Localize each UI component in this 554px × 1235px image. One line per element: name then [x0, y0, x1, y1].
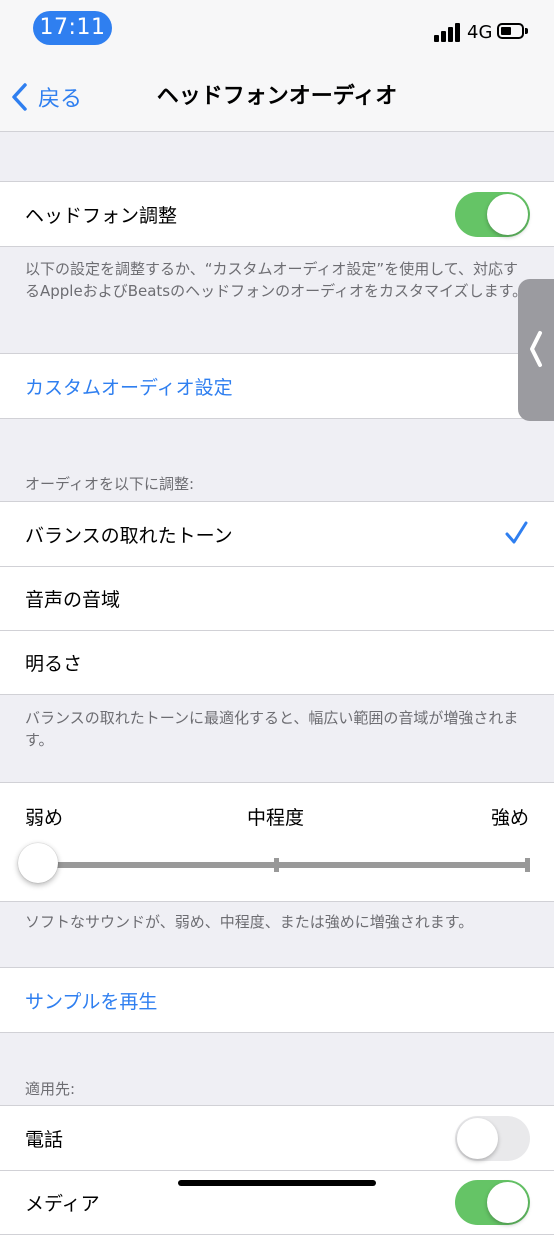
signal-strength-icon [434, 22, 462, 42]
headphone-adjust-row: ヘッドフォン調整 [0, 182, 554, 246]
apply-to-phone-row: 電話 [0, 1106, 554, 1170]
apply-to-phone-toggle[interactable] [455, 1116, 530, 1161]
navigation-bar: 戻る ヘッドフォンオーディオ [0, 60, 554, 132]
battery-tip [525, 28, 528, 34]
checkmark-icon [505, 521, 528, 544]
tune-option-balanced[interactable]: バランスの取れたトーン [0, 502, 554, 566]
strength-footer: ソフトなサウンドが、弱め、中程度、または強めに増強されます。 [25, 913, 474, 931]
tune-option-vocal-range[interactable]: 音声の音域 [0, 566, 554, 630]
network-type: 4G [467, 22, 493, 43]
status-bar: 17:11 4G [0, 0, 554, 60]
apply-to-media-toggle[interactable] [455, 1180, 530, 1225]
tune-option-label: バランスの取れたトーン [25, 524, 233, 547]
tune-header: オーディオを以下に調整: [25, 475, 195, 493]
page-title: ヘッドフォンオーディオ [156, 84, 398, 109]
slider-tick-middle [274, 858, 279, 872]
play-sample-button[interactable]: サンプルを再生 [0, 968, 554, 1032]
chevron-left-icon [530, 331, 542, 367]
strength-label-moderate: 中程度 [247, 807, 305, 829]
tune-option-label: 明るさ [25, 652, 83, 675]
play-sample-group: サンプルを再生 [0, 967, 554, 1033]
strength-slider-thumb[interactable] [18, 843, 58, 883]
strength-slider-track[interactable] [38, 858, 530, 872]
slider-tick-end [525, 858, 530, 872]
tune-option-brightness[interactable]: 明るさ [0, 630, 554, 694]
tune-option-label: 音声の音域 [25, 588, 121, 611]
strength-label-strong: 強め [490, 807, 529, 829]
side-drawer-handle[interactable] [518, 279, 554, 421]
home-indicator[interactable] [178, 1180, 376, 1186]
headphone-adjust-toggle[interactable] [455, 192, 530, 237]
apply-to-phone-label: 電話 [25, 1128, 64, 1151]
headphone-adjust-label: ヘッドフォン調整 [25, 204, 178, 227]
status-time[interactable]: 17:11 [33, 11, 112, 45]
custom-audio-group: カスタムオーディオ設定 [0, 353, 554, 419]
strength-label-light: 弱め [25, 807, 64, 829]
tune-options-group: バランスの取れたトーン 音声の音域 明るさ [0, 501, 554, 695]
custom-audio-settings-button[interactable]: カスタムオーディオ設定 [0, 354, 554, 418]
headphone-adjust-footer: 以下の設定を調整するか、“カスタムオーディオ設定”を使用して、対応するApple… [25, 260, 528, 300]
apply-to-header: 適用先: [25, 1080, 76, 1098]
apply-to-group: 電話 メディア [0, 1105, 554, 1235]
battery-icon [497, 23, 524, 39]
strength-slider-group: 弱め 中程度 強め [0, 782, 554, 902]
tune-footer: バランスの取れたトーンに最適化すると、幅広い範囲の音域が増強されます。 [25, 709, 519, 749]
apply-to-media-label: メディア [25, 1192, 100, 1215]
headphone-adjust-group: ヘッドフォン調整 [0, 181, 554, 247]
